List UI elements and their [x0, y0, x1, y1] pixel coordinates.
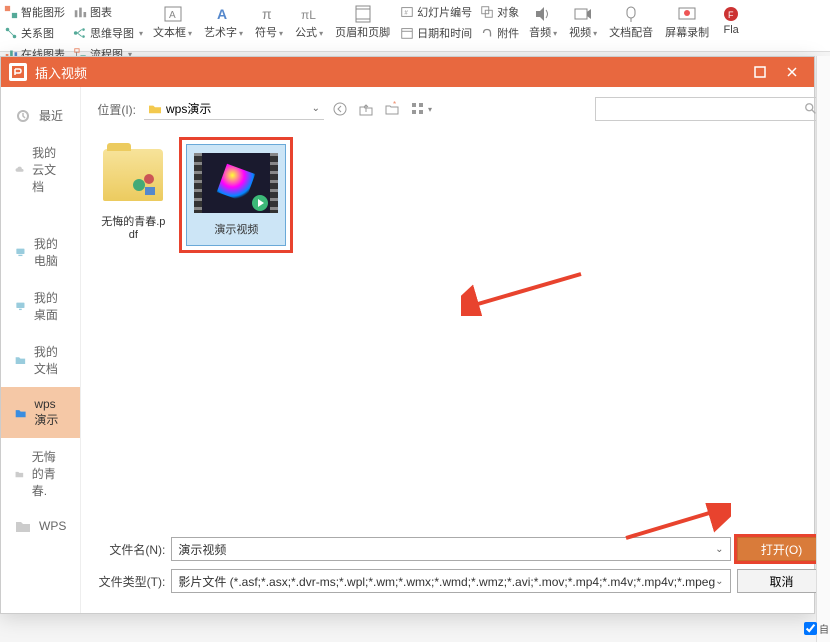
- ribbon-flash[interactable]: FFla: [715, 2, 747, 49]
- file-item-pdf[interactable]: 无悔的青春.pdf: [95, 137, 171, 245]
- ribbon-audio[interactable]: 音频▾: [523, 2, 563, 49]
- sidebar-item-documents[interactable]: 我的文档: [1, 333, 80, 387]
- edge-checkbox[interactable]: 自: [804, 621, 829, 636]
- annotation-arrow-2: [621, 503, 731, 543]
- file-item-video[interactable]: 演示视频: [186, 144, 286, 246]
- ribbon-header-footer[interactable]: 页眉和页脚: [329, 2, 396, 49]
- dialog-titlebar: 插入视频: [1, 57, 814, 87]
- ribbon-slide-number[interactable]: #幻灯片编号: [396, 2, 476, 22]
- up-folder-icon[interactable]: [358, 101, 374, 117]
- svg-text:πL: πL: [301, 8, 316, 22]
- sidebar-item-label: wps演示: [34, 397, 66, 428]
- annotation-frame-file: 演示视频: [179, 137, 293, 253]
- sidebar-item-wps[interactable]: WPS: [1, 509, 80, 543]
- search-box[interactable]: [595, 97, 825, 121]
- play-badge-icon: [252, 195, 268, 211]
- filetype-value: 影片文件 (*.asf;*.asx;*.dvr-ms;*.wpl;*.wm;*.…: [178, 573, 715, 590]
- chevron-down-icon: ⌄: [715, 576, 723, 587]
- new-folder-icon[interactable]: *: [384, 101, 400, 117]
- annotation-arrow-1: [461, 266, 591, 316]
- svg-text:A: A: [217, 6, 227, 22]
- ribbon-datetime[interactable]: 日期和时间: [396, 23, 476, 43]
- pdf-folder-icon: [103, 149, 163, 201]
- app-icon: [9, 63, 27, 81]
- chevron-down-icon: ⌄: [715, 544, 723, 555]
- chevron-down-icon: ⌄: [312, 103, 320, 114]
- sidebar-item-folder-wuhui[interactable]: 无悔的青春.: [1, 438, 80, 509]
- filetype-label: 文件类型(T):: [95, 573, 165, 590]
- file-label: 演示视频: [214, 221, 258, 237]
- file-list[interactable]: 无悔的青春.pdf 演示视频: [81, 131, 830, 531]
- maximize-button[interactable]: [746, 61, 774, 83]
- sidebar-item-label: 我的文档: [34, 343, 67, 377]
- sidebar-item-wps-demo[interactable]: wps演示: [1, 387, 80, 438]
- view-mode-icon[interactable]: ▾: [410, 101, 432, 117]
- sidebar-item-label: 我的电脑: [34, 235, 67, 269]
- svg-text:#: #: [404, 10, 408, 17]
- dialog-footer: 文件名(N): 演示视频 ⌄ 打开(O) 文件类型(T): 影片文件 (*.asf…: [81, 531, 830, 613]
- svg-text:F: F: [728, 10, 734, 20]
- ribbon-dubbing[interactable]: 文档配音: [603, 2, 659, 49]
- right-panel-edge: [816, 56, 830, 642]
- svg-text:*: *: [393, 101, 396, 109]
- close-button[interactable]: [778, 61, 806, 83]
- location-text: wps演示: [166, 100, 211, 117]
- sidebar-item-label: WPS: [39, 519, 66, 533]
- ribbon-mindmap[interactable]: 思维导图▾: [69, 23, 147, 43]
- sidebar-item-label: 我的云文档: [32, 144, 66, 195]
- ribbon-video[interactable]: 视频▾: [563, 2, 603, 49]
- location-bar: 位置(I): wps演示 ⌄ * ▾: [81, 87, 830, 131]
- ribbon-screen-record[interactable]: 屏幕录制: [659, 2, 715, 49]
- dialog-title: 插入视频: [35, 63, 746, 82]
- sidebar-item-label: 我的桌面: [34, 289, 67, 323]
- cancel-button[interactable]: 取消: [737, 569, 827, 593]
- ribbon-object[interactable]: 对象: [476, 2, 523, 22]
- ribbon-wordart[interactable]: A艺术字▾: [198, 2, 249, 49]
- sidebar: 最近 我的云文档 我的电脑 我的桌面 我的文档 wps演示 无悔的青春. WPS: [1, 87, 81, 613]
- ribbon-textbox[interactable]: A文本框▾: [147, 2, 198, 49]
- sidebar-item-computer[interactable]: 我的电脑: [1, 225, 80, 279]
- ribbon-relation[interactable]: 关系图: [0, 23, 69, 43]
- ribbon-symbol[interactable]: π符号▾: [249, 2, 289, 49]
- location-combo[interactable]: wps演示 ⌄: [144, 98, 324, 120]
- open-button[interactable]: 打开(O): [737, 537, 827, 561]
- sidebar-item-cloud[interactable]: 我的云文档: [1, 134, 80, 205]
- insert-video-dialog: 插入视频 最近 我的云文档 我的电脑 我的桌面 我的文档 wps演示 无悔的青春…: [0, 56, 815, 614]
- video-thumb-icon: [194, 153, 278, 213]
- search-input[interactable]: [602, 102, 804, 116]
- ribbon-attachment[interactable]: 附件: [476, 23, 523, 43]
- file-label: 无悔的青春.pdf: [99, 213, 167, 241]
- filename-value: 演示视频: [178, 541, 226, 558]
- back-icon[interactable]: [332, 101, 348, 117]
- ribbon-formula[interactable]: πL公式▾: [289, 2, 329, 49]
- ribbon-chart[interactable]: 图表: [69, 2, 147, 22]
- filename-label: 文件名(N):: [95, 541, 165, 558]
- svg-text:A: A: [169, 10, 176, 21]
- sidebar-item-label: 无悔的青春.: [32, 448, 67, 499]
- location-label: 位置(I):: [97, 101, 136, 118]
- sidebar-item-desktop[interactable]: 我的桌面: [1, 279, 80, 333]
- ribbon-toolbar: 智能图形 关系图 在线图表 图表 思维导图▾ 流程图▾ A文本框▾ A艺术字▾ …: [0, 0, 830, 52]
- folder-icon: [148, 103, 162, 115]
- ribbon-smart-shape[interactable]: 智能图形: [0, 2, 69, 22]
- sidebar-item-recent[interactable]: 最近: [1, 97, 80, 134]
- sidebar-item-label: 最近: [39, 107, 63, 124]
- filetype-combo[interactable]: 影片文件 (*.asf;*.asx;*.dvr-ms;*.wpl;*.wm;*.…: [171, 569, 730, 593]
- svg-text:π: π: [262, 6, 272, 22]
